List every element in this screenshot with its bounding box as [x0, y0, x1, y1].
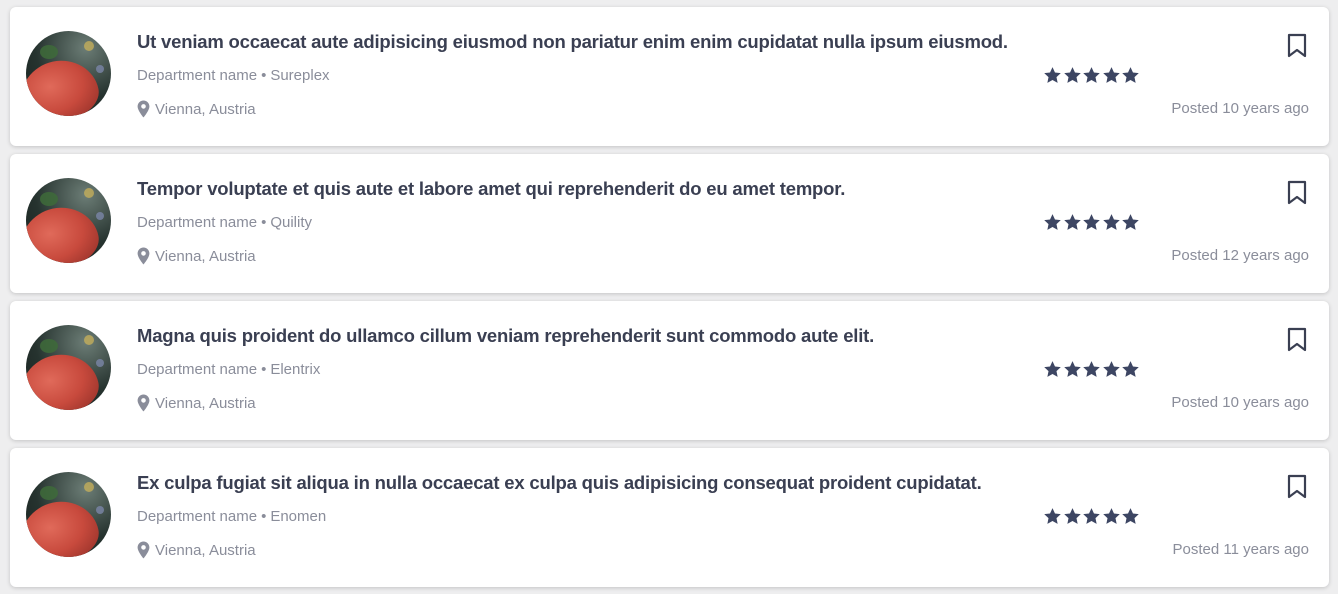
bookmark-icon[interactable] [1286, 327, 1308, 353]
company-name: Enomen [270, 508, 327, 525]
bookmark-icon[interactable] [1286, 33, 1308, 59]
star-icon [1122, 508, 1139, 524]
posted-date: Posted 11 years ago [1172, 541, 1309, 558]
star-icon [1122, 361, 1139, 377]
job-location: Vienna, Austria [137, 247, 256, 265]
company-avatar [26, 178, 111, 263]
job-meta: Department name • Elentrix [137, 361, 320, 378]
job-location: Vienna, Austria [137, 541, 256, 559]
posted-date: Posted 10 years ago [1171, 100, 1309, 117]
job-title[interactable]: Tempor voluptate et quis aute et labore … [137, 178, 845, 200]
star-icon [1102, 214, 1120, 230]
rating-stars [1043, 66, 1141, 85]
company-avatar [26, 31, 111, 116]
company-name: Sureplex [270, 67, 330, 84]
map-pin-icon [137, 247, 150, 265]
location-text: Vienna, Austria [155, 247, 256, 265]
star-icon [1044, 214, 1061, 230]
job-card[interactable]: Tempor voluptate et quis aute et labore … [10, 154, 1329, 293]
star-icon [1063, 67, 1081, 83]
company-name: Elentrix [270, 361, 321, 378]
star-icon [1102, 67, 1120, 83]
rating-stars [1043, 360, 1141, 379]
rating-stars [1043, 213, 1141, 232]
posted-date: Posted 12 years ago [1171, 247, 1309, 264]
company-avatar [26, 325, 111, 410]
star-icon [1063, 508, 1081, 524]
job-title[interactable]: Ut veniam occaecat aute adipisicing eius… [137, 31, 1008, 53]
star-icon [1083, 214, 1100, 230]
star-icon [1044, 361, 1061, 377]
department-name: Department name [137, 508, 258, 525]
meta-separator: • [261, 67, 267, 84]
star-icon [1063, 361, 1081, 377]
meta-separator: • [261, 214, 267, 231]
bookmark-icon[interactable] [1286, 180, 1308, 206]
company-avatar [26, 472, 111, 557]
meta-separator: • [261, 508, 267, 525]
job-list: Ut veniam occaecat aute adipisicing eius… [0, 0, 1338, 594]
posted-date: Posted 10 years ago [1171, 394, 1309, 411]
job-meta: Department name • Quility [137, 214, 312, 231]
map-pin-icon [137, 394, 150, 412]
star-icon [1063, 214, 1081, 230]
department-name: Department name [137, 361, 258, 378]
department-name: Department name [137, 214, 258, 231]
job-title[interactable]: Magna quis proident do ullamco cillum ve… [137, 325, 874, 347]
bookmark-icon[interactable] [1286, 474, 1308, 500]
star-icon [1102, 361, 1120, 377]
star-icon [1122, 67, 1139, 83]
job-meta: Department name • Enomen [137, 508, 326, 525]
map-pin-icon [137, 100, 150, 118]
job-meta: Department name • Sureplex [137, 67, 330, 84]
star-icon [1122, 214, 1139, 230]
meta-separator: • [261, 361, 267, 378]
job-location: Vienna, Austria [137, 394, 256, 412]
star-icon [1102, 508, 1120, 524]
star-icon [1083, 67, 1100, 83]
star-icon [1083, 508, 1100, 524]
location-text: Vienna, Austria [155, 541, 256, 559]
job-card[interactable]: Ut veniam occaecat aute adipisicing eius… [10, 7, 1329, 146]
star-icon [1044, 508, 1061, 524]
star-icon [1083, 361, 1100, 377]
location-text: Vienna, Austria [155, 100, 256, 118]
job-location: Vienna, Austria [137, 100, 256, 118]
department-name: Department name [137, 67, 258, 84]
rating-stars [1043, 507, 1141, 526]
map-pin-icon [137, 541, 150, 559]
job-card[interactable]: Ex culpa fugiat sit aliqua in nulla occa… [10, 448, 1329, 587]
job-card[interactable]: Magna quis proident do ullamco cillum ve… [10, 301, 1329, 440]
star-icon [1044, 67, 1061, 83]
company-name: Quility [270, 214, 313, 231]
job-title[interactable]: Ex culpa fugiat sit aliqua in nulla occa… [137, 472, 982, 494]
location-text: Vienna, Austria [155, 394, 256, 412]
